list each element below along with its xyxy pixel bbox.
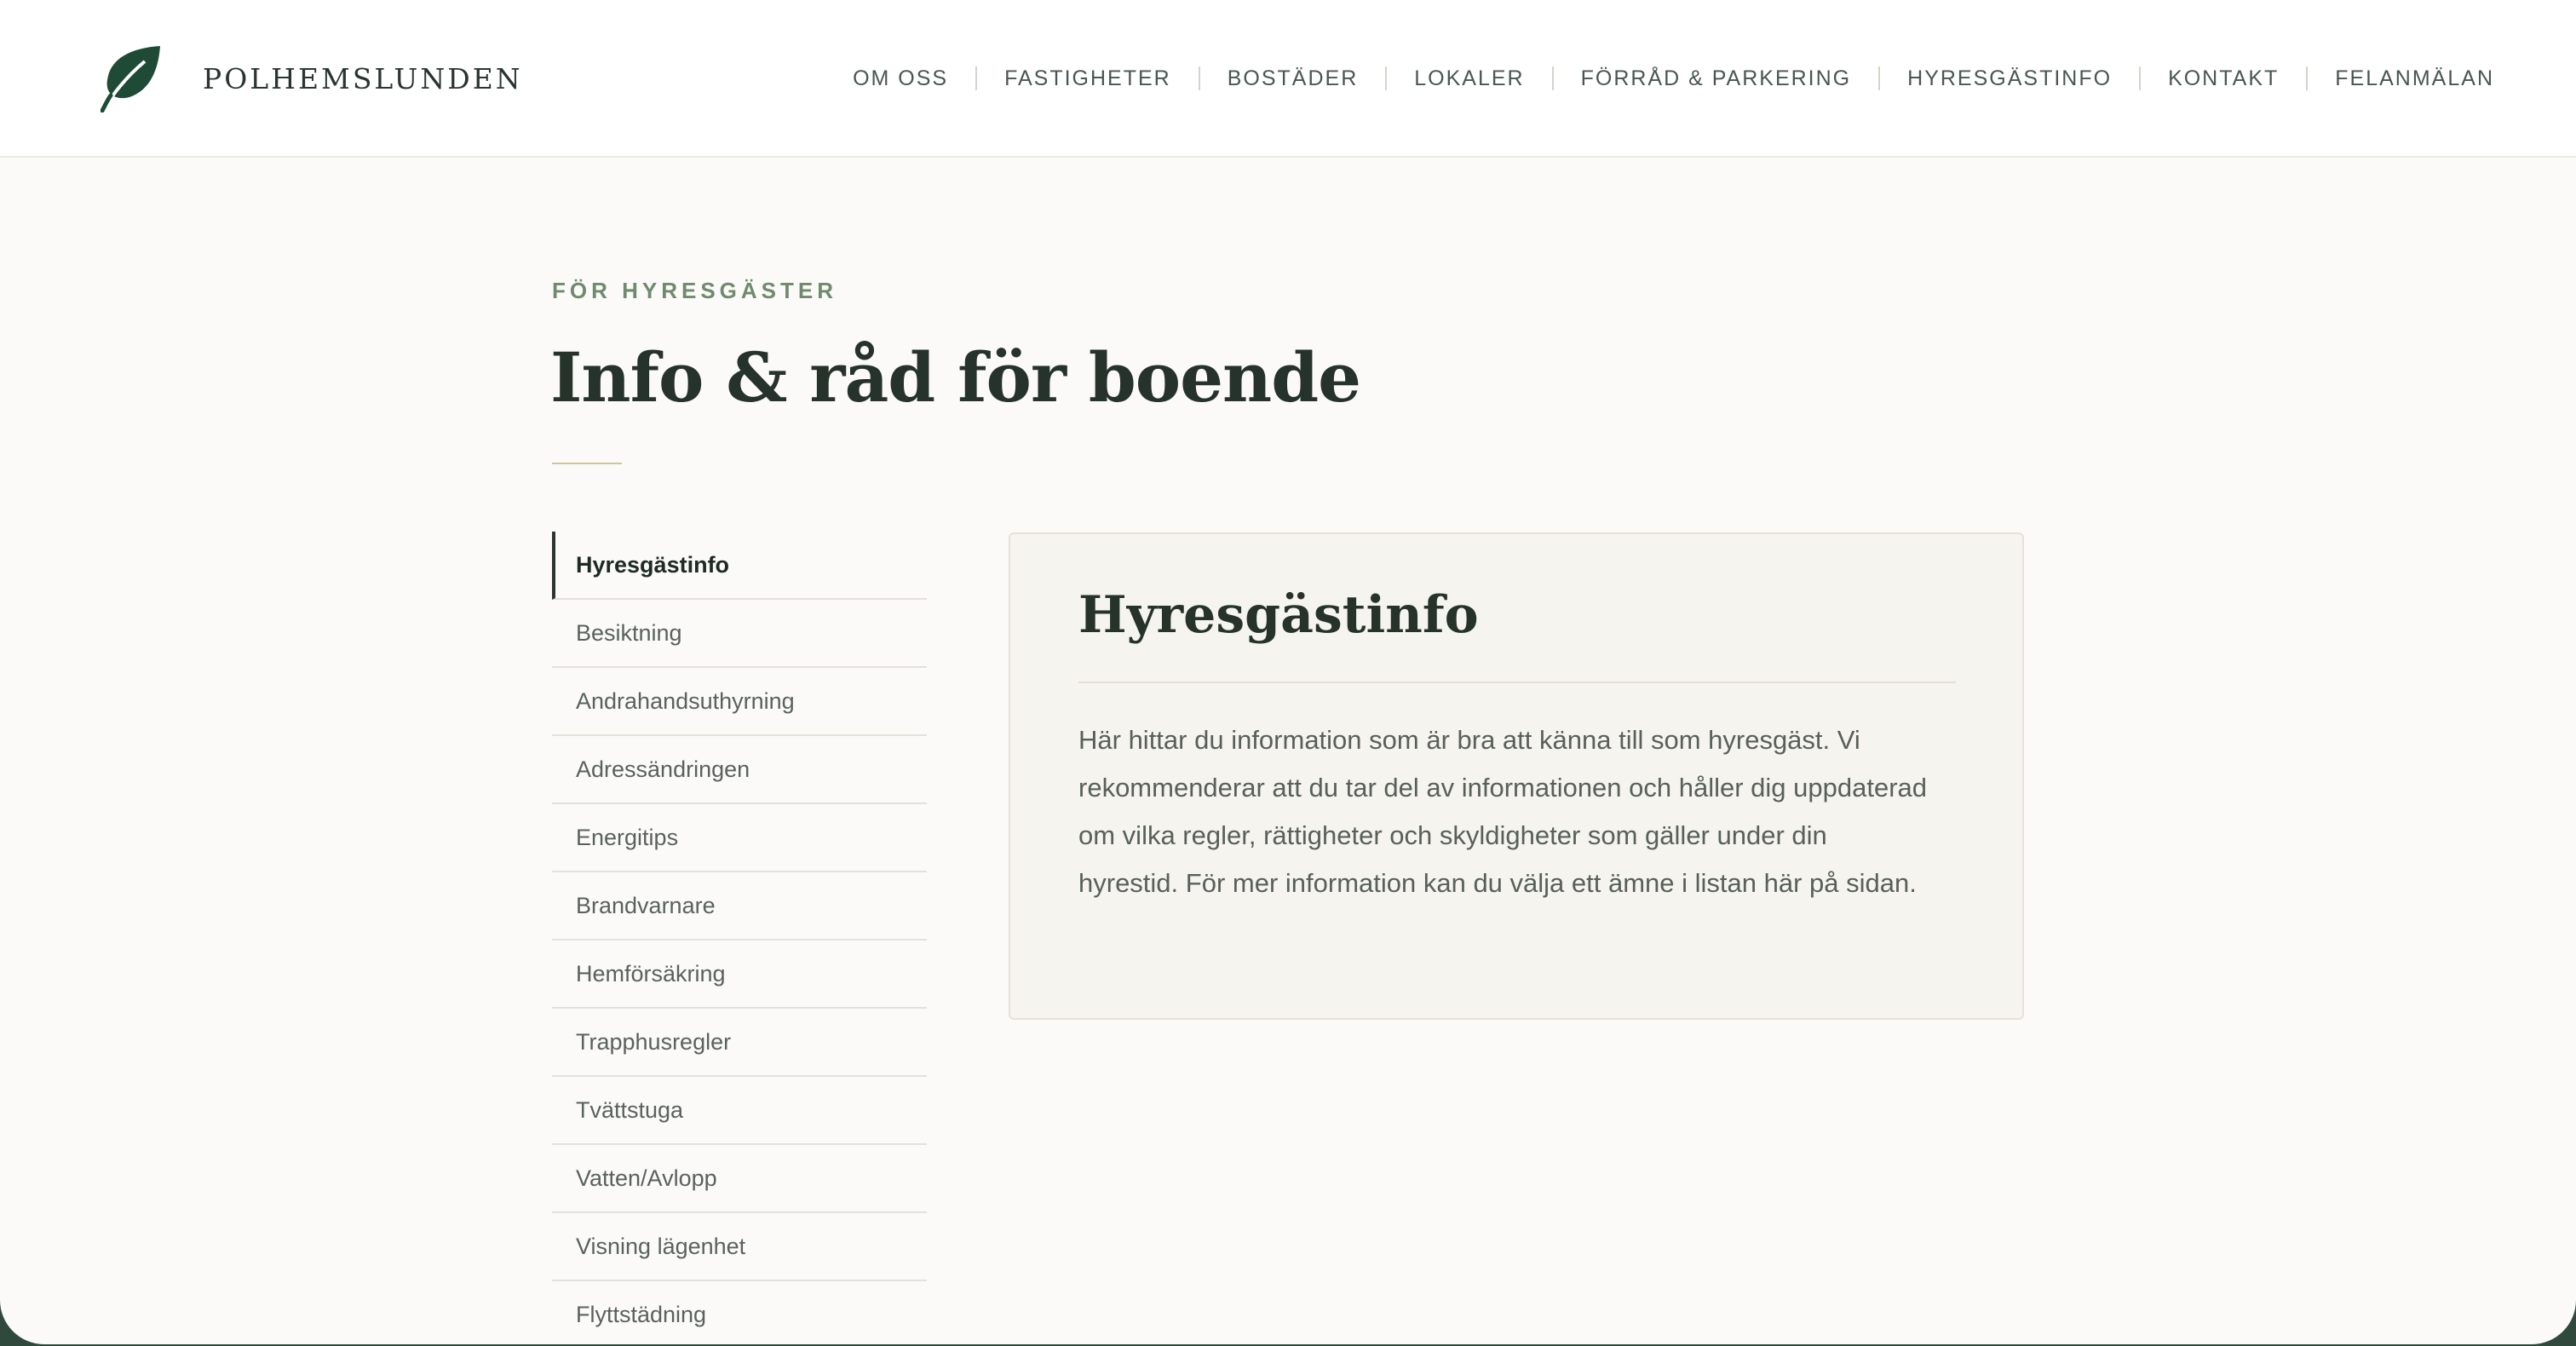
- nav-divider: [1198, 66, 1200, 90]
- nav-hyresgastinfo[interactable]: HYRESGÄSTINFO: [1907, 66, 2112, 91]
- nav-divider: [2306, 66, 2309, 90]
- nav-divider: [1385, 66, 1388, 90]
- nav-divider: [975, 66, 978, 90]
- sidebar-item-hemforsakring[interactable]: Hemförsäkring: [552, 940, 927, 1009]
- sidebar-menu: Hyresgästinfo Besiktning Andrahandsuthyr…: [552, 532, 927, 1344]
- leaf-icon: [101, 46, 160, 112]
- sidebar-item-vatten-avlopp[interactable]: Vatten/Avlopp: [552, 1145, 927, 1213]
- nav-divider: [1878, 66, 1881, 90]
- sidebar-item-tvattstuga[interactable]: Tvättstuga: [552, 1077, 927, 1145]
- nav-fastigheter[interactable]: FASTIGHETER: [1004, 66, 1171, 91]
- content-card: Hyresgästinfo Här hittar du information …: [1009, 532, 2024, 1020]
- sidebar-item-besiktning[interactable]: Besiktning: [552, 600, 927, 668]
- main-nav: OM OSS FASTIGHETER BOSTÄDER LOKALER FÖRR…: [853, 60, 2494, 97]
- content-body-line: Här hittar du information som är bra att…: [1078, 725, 1860, 755]
- content-divider: [1078, 682, 1956, 683]
- content-body-line: hyrestid. För mer information kan du väl…: [1078, 868, 1917, 898]
- content-body-line: om vilka regler, rättigheter och skyldig…: [1078, 820, 1827, 850]
- nav-divider: [1551, 66, 1554, 90]
- sidebar-item-brandvarnare[interactable]: Brandvarnare: [552, 872, 927, 940]
- title-divider: [552, 463, 622, 464]
- nav-om-oss[interactable]: OM OSS: [853, 66, 948, 91]
- brand-name: POLHEMSLUNDEN: [203, 61, 523, 95]
- page-title: Info & råd för boende: [550, 337, 1361, 417]
- sidebar-item-andrahandsuthyrning[interactable]: Andrahandsuthyrning: [552, 668, 927, 736]
- nav-felanmalan[interactable]: FELANMÄLAN: [2335, 66, 2494, 91]
- browser-page: POLHEMSLUNDEN OM OSS FASTIGHETER BOSTÄDE…: [0, 0, 2576, 1344]
- sidebar-item-hyresgastinfo[interactable]: Hyresgästinfo: [552, 532, 927, 600]
- sidebar-item-energitips[interactable]: Energitips: [552, 804, 927, 872]
- nav-bostader[interactable]: BOSTÄDER: [1228, 66, 1359, 91]
- site-logo[interactable]: POLHEMSLUNDEN: [101, 43, 523, 114]
- sidebar-item-flyttstadning[interactable]: Flyttstädning: [552, 1281, 927, 1344]
- content-title: Hyresgästinfo: [1078, 585, 1479, 645]
- nav-divider: [2139, 66, 2142, 90]
- nav-kontakt[interactable]: KONTAKT: [2168, 66, 2279, 91]
- site-header: POLHEMSLUNDEN OM OSS FASTIGHETER BOSTÄDE…: [0, 0, 2576, 158]
- content-body: Här hittar du information som är bra att…: [1078, 716, 1964, 907]
- content-body-line: rekommenderar att du tar del av informat…: [1078, 773, 1928, 802]
- sidebar-item-trapphusregler[interactable]: Trapphusregler: [552, 1009, 927, 1077]
- nav-lokaler[interactable]: LOKALER: [1414, 66, 1524, 91]
- nav-forrad-parkering[interactable]: FÖRRÅD & PARKERING: [1581, 66, 1852, 91]
- section-eyebrow: FÖR HYRESGÄSTER: [552, 278, 838, 303]
- sidebar-item-visning-lagenhet[interactable]: Visning lägenhet: [552, 1213, 927, 1281]
- sidebar-item-adressandringen[interactable]: Adressändringen: [552, 736, 927, 804]
